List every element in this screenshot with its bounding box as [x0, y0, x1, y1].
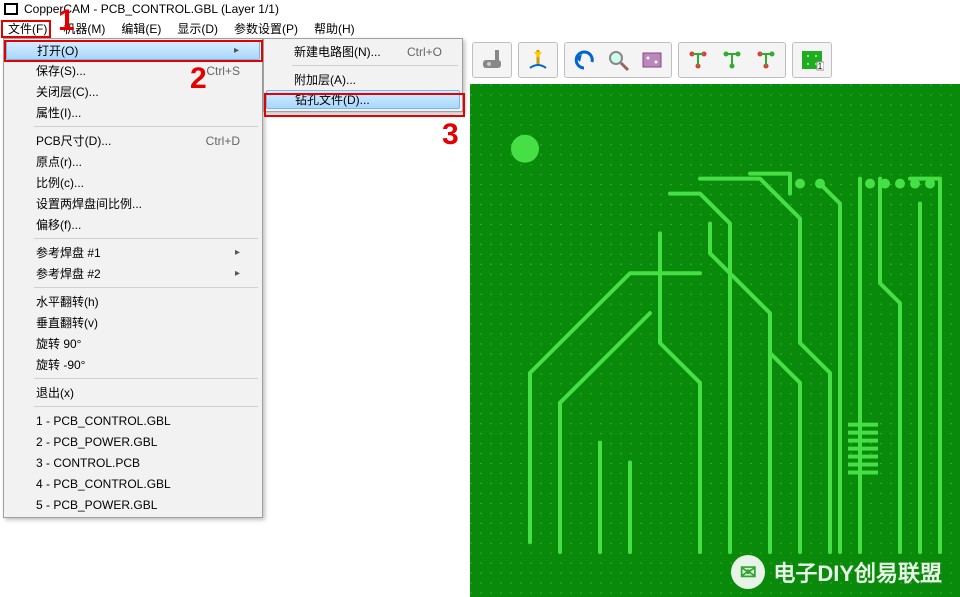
- tool-undo-icon[interactable]: [567, 45, 601, 75]
- tool-board-icon[interactable]: [635, 45, 669, 75]
- pcb-canvas[interactable]: [470, 84, 960, 597]
- tool-drill-icon[interactable]: [521, 45, 555, 75]
- menu-edit[interactable]: 编辑(E): [115, 19, 167, 38]
- menu-file[interactable]: 文件(F): [2, 19, 53, 38]
- wechat-icon: ✉: [731, 555, 765, 589]
- file-menu-item-r2[interactable]: 2 - PCB_POWER.GBL: [6, 431, 260, 452]
- tool-trace-red-icon[interactable]: [681, 45, 715, 75]
- file-menu-item-attr[interactable]: 属性(I)...: [6, 102, 260, 123]
- file-menu-item-dim[interactable]: PCB尺寸(D)...Ctrl+D: [6, 130, 260, 151]
- file-menu-item-close[interactable]: 关闭层(C)...: [6, 81, 260, 102]
- file-menu-item-save[interactable]: 保存(S)...Ctrl+S: [6, 60, 260, 81]
- file-menu-item-rp1[interactable]: 参考焊盘 #1▸: [6, 242, 260, 263]
- file-menu-item-r4[interactable]: 4 - PCB_CONTROL.GBL: [6, 473, 260, 494]
- watermark: ✉ 电子DIY创易联盟: [731, 555, 942, 589]
- file-menu-item-rotn90[interactable]: 旋转 -90°: [6, 354, 260, 375]
- file-menu-item-scale[interactable]: 比例(c)...: [6, 172, 260, 193]
- app-icon: [4, 3, 18, 15]
- file-menu-item-r5[interactable]: 5 - PCB_POWER.GBL: [6, 494, 260, 515]
- file-menu-item-flipv[interactable]: 垂直翻转(v): [6, 312, 260, 333]
- open-submenu-item-drill[interactable]: 钻孔文件(D)...: [266, 90, 460, 109]
- file-menu-item-fliph[interactable]: 水平翻转(h): [6, 291, 260, 312]
- menu-machine[interactable]: 机器(M): [57, 19, 111, 38]
- file-menu-item-exit[interactable]: 退出(x): [6, 382, 260, 403]
- menu-bar: 文件(F) 机器(M) 编辑(E) 显示(D) 参数设置(P) 帮助(H): [0, 18, 960, 38]
- title-bar: CopperCAM - PCB_CONTROL.GBL (Layer 1/1): [0, 0, 960, 18]
- file-menu-item-r3[interactable]: 3 - CONTROL.PCB: [6, 452, 260, 473]
- open-submenu-item-addl[interactable]: 附加层(A)...: [266, 69, 460, 90]
- tool-trace-mixed-icon[interactable]: [749, 45, 783, 75]
- tool-layer-icon[interactable]: 1: [795, 45, 829, 75]
- window-title: CopperCAM - PCB_CONTROL.GBL (Layer 1/1): [24, 2, 279, 16]
- file-menu-item-open[interactable]: 打开(O)▸: [6, 41, 260, 60]
- tool-machine-icon[interactable]: [475, 45, 509, 75]
- tool-trace-green-icon[interactable]: [715, 45, 749, 75]
- menu-display[interactable]: 显示(D): [171, 19, 224, 38]
- open-submenu-item-new[interactable]: 新建电路图(N)...Ctrl+O: [266, 41, 460, 62]
- svg-text:1: 1: [818, 62, 823, 71]
- menu-help[interactable]: 帮助(H): [308, 19, 361, 38]
- open-submenu: 新建电路图(N)...Ctrl+O 附加层(A)...钻孔文件(D)...: [263, 38, 463, 112]
- file-menu-item-r1[interactable]: 1 - PCB_CONTROL.GBL: [6, 410, 260, 431]
- file-menu-dropdown: 打开(O)▸保存(S)...Ctrl+S关闭层(C)...属性(I)... PCB…: [3, 38, 263, 518]
- pcb-drawing: [470, 84, 960, 597]
- file-menu-item-pads[interactable]: 设置两焊盘间比例...: [6, 193, 260, 214]
- toolbar: 1: [470, 40, 956, 80]
- file-menu-item-origin[interactable]: 原点(r)...: [6, 151, 260, 172]
- file-menu-item-rot90[interactable]: 旋转 90°: [6, 333, 260, 354]
- menu-params[interactable]: 参数设置(P): [228, 19, 304, 38]
- file-menu-item-rp2[interactable]: 参考焊盘 #2▸: [6, 263, 260, 284]
- file-menu-item-offset[interactable]: 偏移(f)...: [6, 214, 260, 235]
- tool-zoom-icon[interactable]: [601, 45, 635, 75]
- watermark-text: 电子DIY创易联盟: [773, 556, 942, 588]
